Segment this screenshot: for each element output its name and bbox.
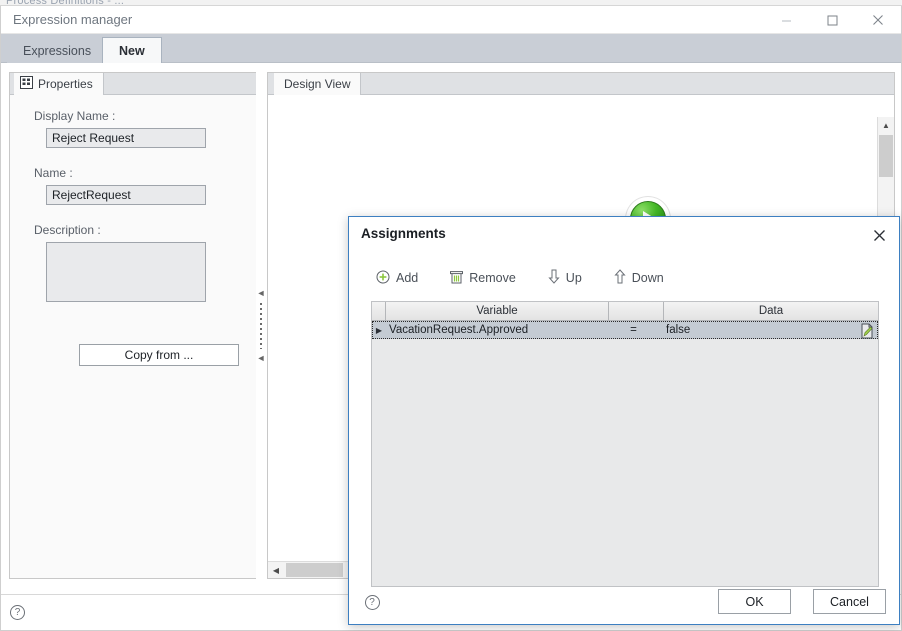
tab-design-view-label: Design View	[284, 77, 351, 91]
row-marker-icon: ▶	[375, 325, 383, 335]
add-button[interactable]: Add	[373, 267, 421, 289]
copy-from-button[interactable]: Copy from ...	[79, 344, 239, 366]
table-row[interactable]: ▶ VacationRequest.Approved = false	[372, 321, 878, 339]
assignments-grid[interactable]: Variable Data ▶ VacationRequest.Approved…	[371, 301, 879, 587]
properties-tab-row: Properties	[10, 73, 258, 95]
tab-new[interactable]: New	[102, 37, 162, 63]
tab-design-view[interactable]: Design View	[274, 73, 362, 95]
remove-button-label: Remove	[469, 271, 516, 285]
dialog-help-icon[interactable]: ?	[363, 593, 381, 611]
main-tab-strip: Expressions New	[1, 34, 901, 63]
collapse-left-arrow-icon[interactable]: ◄	[257, 288, 266, 298]
remove-button[interactable]: Remove	[447, 267, 519, 289]
tab-expressions[interactable]: Expressions	[7, 38, 108, 63]
plus-circle-icon	[376, 270, 390, 287]
window-title-bar: Expression manager	[1, 6, 901, 34]
description-label: Description :	[34, 223, 101, 237]
arrow-down-icon	[548, 269, 560, 287]
add-button-label: Add	[396, 271, 419, 285]
close-button[interactable]	[855, 6, 901, 34]
tab-properties[interactable]: Properties	[14, 73, 104, 95]
tab-expressions-label: Expressions	[23, 43, 92, 58]
row-data-value: false	[666, 324, 691, 336]
horizontal-scroll-thumb[interactable]	[286, 563, 343, 577]
assignments-dialog-title: Assignments	[361, 226, 446, 241]
help-icon-label: ?	[14, 607, 21, 618]
scroll-up-arrow-icon[interactable]: ▲	[878, 117, 894, 133]
assignments-dialog: Assignments Add Remove Up Down Variable …	[348, 216, 900, 625]
grid-header-row: Variable Data	[372, 302, 878, 321]
minimize-button[interactable]	[763, 6, 809, 34]
grid-header-operator	[609, 302, 664, 320]
trash-icon	[450, 270, 464, 287]
splitter-grip[interactable]	[260, 302, 262, 349]
panel-splitter[interactable]: ◄ ◄	[256, 72, 266, 579]
window-title: Expression manager	[13, 12, 133, 27]
grid-header-variable[interactable]: Variable	[386, 302, 609, 320]
grid-header-marker	[372, 302, 386, 320]
description-input[interactable]	[46, 242, 206, 302]
assignments-toolbar: Add Remove Up Down	[349, 263, 899, 293]
arrow-up-icon	[614, 269, 626, 287]
cancel-button[interactable]: Cancel	[813, 589, 886, 614]
row-variable-cell[interactable]: VacationRequest.Approved	[385, 322, 606, 338]
grid-header-data[interactable]: Data	[664, 302, 878, 320]
down-button[interactable]: Down	[611, 267, 667, 289]
down-button-label: Down	[631, 271, 664, 285]
vertical-scroll-thumb[interactable]	[879, 135, 893, 177]
properties-form: Display Name : Reject Request Name : Rej…	[10, 95, 258, 302]
up-button-label: Up	[565, 271, 582, 285]
dialog-close-icon[interactable]	[865, 223, 893, 247]
row-data-cell[interactable]: false	[661, 322, 877, 339]
window-controls	[763, 6, 901, 34]
dialog-help-label: ?	[369, 596, 375, 608]
design-tab-row: Design View	[268, 73, 894, 95]
properties-panel: Properties Display Name : Reject Request…	[9, 72, 259, 579]
expression-editor-icon[interactable]	[860, 323, 875, 342]
tab-new-label: New	[119, 43, 145, 58]
tab-properties-label: Properties	[38, 77, 93, 91]
name-input[interactable]: RejectRequest	[46, 185, 206, 205]
scroll-left-arrow-icon[interactable]: ◀	[268, 562, 284, 578]
display-name-label: Display Name :	[34, 109, 116, 123]
display-name-input[interactable]: Reject Request	[46, 128, 206, 148]
properties-icon	[20, 76, 33, 92]
dialog-help-circle: ?	[364, 594, 380, 610]
maximize-button[interactable]	[809, 6, 855, 34]
collapse-left-arrow-icon-2[interactable]: ◄	[257, 353, 266, 363]
ok-button[interactable]: OK	[718, 589, 791, 614]
name-label: Name :	[34, 166, 73, 180]
help-icon[interactable]: ?	[10, 605, 25, 620]
row-operator-cell: =	[630, 324, 637, 336]
up-button[interactable]: Up	[545, 267, 585, 289]
screen-root: Process Definitions - ... Expression man…	[0, 0, 902, 631]
